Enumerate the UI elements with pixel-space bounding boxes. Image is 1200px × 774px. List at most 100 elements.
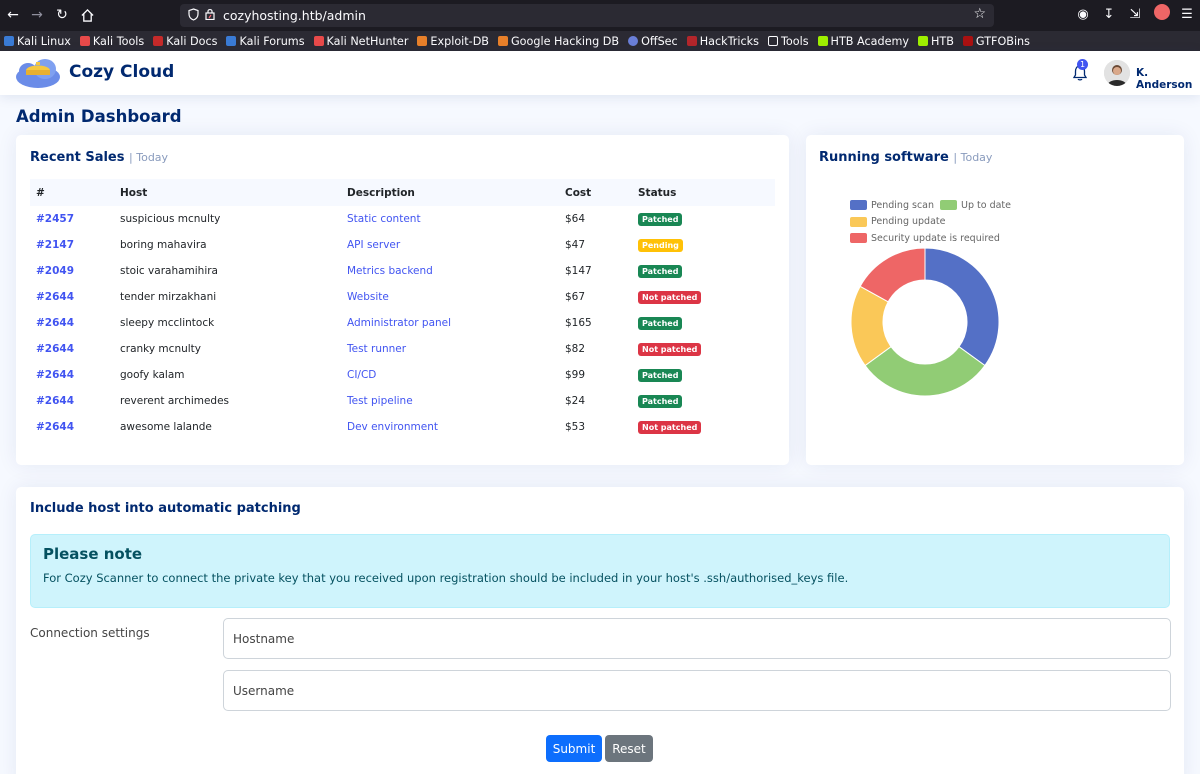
- row-host: stoic varahamihira: [120, 265, 218, 277]
- bookmark-exploit-db[interactable]: Exploit-DB: [417, 35, 489, 48]
- row-cost: $24: [565, 395, 586, 407]
- row-id-link[interactable]: #2644: [30, 284, 120, 310]
- row-cost: $147: [565, 265, 592, 277]
- legend-item[interactable]: Up to date: [940, 200, 1011, 211]
- row-id-link[interactable]: #2644: [30, 414, 120, 440]
- row-cost: $53: [565, 421, 586, 433]
- row-description-link[interactable]: CI/CD: [347, 362, 565, 388]
- kali-forums-icon: [226, 36, 237, 46]
- bookmark-tools-folder[interactable]: Tools: [767, 35, 809, 48]
- cozy-cloud-logo-icon[interactable]: [14, 56, 62, 90]
- extensions-icon[interactable]: ⇲: [1128, 7, 1142, 22]
- row-id-link[interactable]: #2644: [30, 336, 120, 362]
- url-bar[interactable]: cozyhosting.htb/admin ☆: [180, 4, 994, 27]
- browser-toolbar: ← → ↻ cozyhosting.htb/admin ☆ ◉ ↧ ⇲ ☰: [0, 0, 1200, 31]
- status-badge: Not patched: [638, 342, 702, 356]
- username-input[interactable]: [223, 670, 1171, 711]
- legend-item[interactable]: Pending scan: [850, 200, 934, 211]
- brand-name[interactable]: Cozy Cloud: [69, 62, 174, 82]
- menu-icon[interactable]: ☰: [1180, 7, 1194, 22]
- table-row: #2644 awesome lalande Dev environment $53 No…: [30, 414, 775, 440]
- row-status-cell: Patched: [638, 258, 775, 284]
- connection-settings-label: Connection settings: [30, 626, 150, 640]
- pocket-icon[interactable]: ◉: [1076, 7, 1090, 22]
- row-description-link[interactable]: Static content: [347, 206, 565, 232]
- home-icon[interactable]: [76, 4, 98, 26]
- row-description-link[interactable]: API server: [347, 232, 565, 258]
- row-id-link[interactable]: #2457: [30, 206, 120, 232]
- row-status-cell: Not patched: [638, 414, 775, 440]
- note-alert: Please note For Cozy Scanner to connect …: [30, 534, 1170, 608]
- status-badge: Not patched: [638, 420, 702, 434]
- lock-icon[interactable]: [205, 8, 215, 23]
- legend-swatch: [850, 200, 867, 210]
- row-status-cell: Patched: [638, 362, 775, 388]
- user-name[interactable]: K. Anderson: [1136, 67, 1200, 91]
- legend-label: Pending update: [871, 216, 946, 227]
- row-id-link[interactable]: #2644: [30, 310, 120, 336]
- table-row: #2644 reverent archimedes Test pipeline $24…: [30, 388, 775, 414]
- reload-icon[interactable]: ↻: [51, 4, 73, 26]
- row-description-link[interactable]: Metrics backend: [347, 258, 565, 284]
- bookmark-gtfobins[interactable]: GTFOBins: [962, 35, 1030, 48]
- addon-icon[interactable]: [1154, 4, 1170, 24]
- download-icon[interactable]: ↧: [1102, 7, 1116, 22]
- avatar[interactable]: [1104, 60, 1130, 86]
- note-text: For Cozy Scanner to connect the private …: [43, 571, 849, 585]
- legend-item[interactable]: Pending update: [850, 216, 945, 227]
- status-badge: Not patched: [638, 290, 702, 304]
- kali-icon: [4, 36, 14, 46]
- forward-icon[interactable]: →: [26, 4, 48, 26]
- submit-button[interactable]: Submit: [546, 735, 602, 762]
- row-id-link[interactable]: #2049: [30, 258, 120, 284]
- table-row: #2049 stoic varahamihira Metrics backend $1…: [30, 258, 775, 284]
- row-cost: $82: [565, 343, 586, 355]
- bookmark-kali-linux[interactable]: Kali Linux: [4, 35, 71, 48]
- row-host: goofy kalam: [120, 369, 185, 381]
- auto-patching-card: Include host into automatic patching Ple…: [16, 487, 1184, 774]
- bookmark-star-icon[interactable]: ☆: [973, 6, 986, 22]
- bookmark-htb[interactable]: HTB: [918, 35, 954, 48]
- table-row: #2644 goofy kalam CI/CD $99 Patched: [30, 362, 775, 388]
- column-header-status: Status: [638, 179, 775, 206]
- legend-item[interactable]: Security update is required: [850, 233, 1000, 244]
- row-id-link[interactable]: #2644: [30, 362, 120, 388]
- legend-label: Up to date: [961, 199, 1011, 211]
- row-id-link[interactable]: #2147: [30, 232, 120, 258]
- row-description-link[interactable]: Dev environment: [347, 414, 565, 440]
- legend-swatch: [850, 216, 867, 227]
- bookmark-hacktricks[interactable]: HackTricks: [686, 35, 759, 48]
- notification-badge: 1: [1077, 59, 1089, 70]
- bookmark-google-hacking-db[interactable]: Google Hacking DB: [498, 35, 619, 48]
- shield-icon[interactable]: [188, 7, 199, 24]
- bookmark-kali-docs[interactable]: Kali Docs: [153, 35, 217, 48]
- row-description-link[interactable]: Test pipeline: [347, 388, 565, 414]
- donut-slice-1[interactable]: [864, 345, 986, 397]
- reset-button[interactable]: Reset: [605, 735, 653, 762]
- nethunter-icon: [313, 36, 324, 46]
- bookmark-kali-nethunter[interactable]: Kali NetHunter: [313, 35, 408, 48]
- status-badge: Patched: [638, 394, 683, 408]
- table-header-row: # Host Description Cost Status: [30, 179, 775, 206]
- table-row: #2644 tender mirzakhani Website $67 Not patc…: [30, 284, 775, 310]
- table-row: #2644 sleepy mcclintock Administrator pane…: [30, 310, 775, 336]
- row-description-link[interactable]: Website: [347, 284, 565, 310]
- status-badge: Patched: [638, 316, 683, 330]
- legend-label: Pending scan: [871, 199, 935, 211]
- url-text[interactable]: cozyhosting.htb/admin: [223, 8, 366, 23]
- bookmark-offsec[interactable]: OffSec: [628, 35, 678, 48]
- bookmark-kali-tools[interactable]: Kali Tools: [79, 35, 144, 48]
- bookmark-htb-academy[interactable]: HTB Academy: [817, 35, 909, 48]
- back-icon[interactable]: ←: [2, 4, 24, 26]
- row-id-link[interactable]: #2644: [30, 388, 120, 414]
- recent-sales-card: Recent Sales | Today # Host Description …: [16, 135, 789, 465]
- row-description-link[interactable]: Test runner: [347, 336, 565, 362]
- row-cost: $99: [565, 369, 586, 381]
- donut-slice-0[interactable]: [924, 247, 1000, 367]
- row-host: cranky mcnulty: [120, 343, 201, 355]
- row-description-link[interactable]: Administrator panel: [347, 310, 565, 336]
- offsec-icon: [628, 36, 639, 46]
- bookmark-kali-forums[interactable]: Kali Forums: [226, 35, 305, 48]
- running-software-card: Running software | Today Pending scan Up …: [806, 135, 1184, 465]
- hostname-input[interactable]: [223, 618, 1171, 659]
